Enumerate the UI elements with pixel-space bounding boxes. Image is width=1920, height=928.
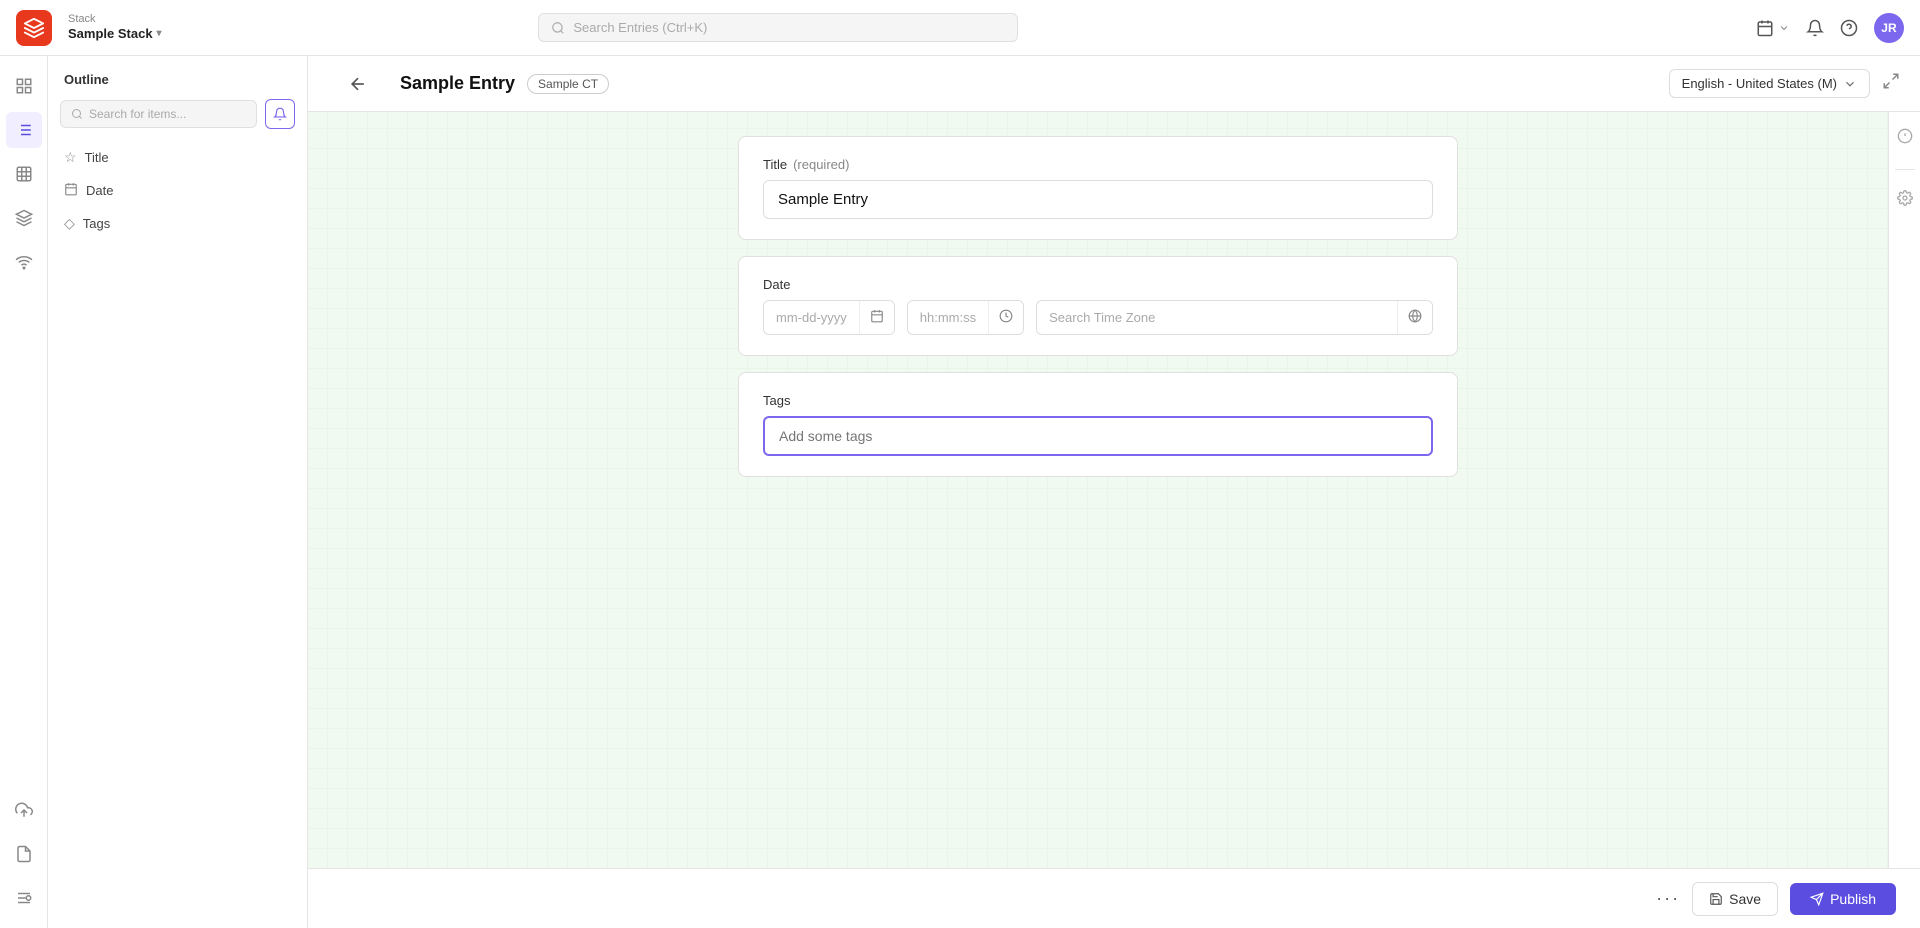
search-placeholder: Search Entries (Ctrl+K) <box>573 20 707 35</box>
nav-layers-icon[interactable] <box>6 200 42 236</box>
outline-item-date[interactable]: Date <box>48 174 307 207</box>
global-search[interactable]: Search Entries (Ctrl+K) <box>538 13 1018 42</box>
time-picker-wrapper: hh:mm:ss <box>907 300 1024 335</box>
date-icon <box>64 182 78 199</box>
nav-settings-icon[interactable] <box>6 880 42 916</box>
calendar-picker-icon[interactable] <box>859 301 894 334</box>
entry-title: Sample Entry <box>400 73 515 94</box>
publish-label: Publish <box>1830 891 1876 907</box>
title-section: Title (required) <box>738 136 1458 240</box>
tags-field-label: Tags <box>763 393 1433 408</box>
calendar-button[interactable] <box>1756 19 1790 37</box>
outline-item-tags[interactable]: ◇ Tags <box>48 207 307 240</box>
form-inner: Title (required) Date <box>738 136 1458 844</box>
entry-header: Sample Entry Sample CT English - United … <box>308 56 1920 112</box>
bell-icon <box>273 107 287 121</box>
title-required: (required) <box>793 157 849 172</box>
nav-list-icon[interactable] <box>6 112 42 148</box>
help-button[interactable] <box>1840 19 1858 37</box>
date-picker-wrapper: mm-dd-yyyy <box>763 300 895 335</box>
app-logo[interactable] <box>16 10 52 46</box>
outline-tags-label: Tags <box>83 216 110 231</box>
publish-icon <box>1810 892 1824 906</box>
user-avatar[interactable]: JR <box>1874 13 1904 43</box>
save-icon <box>1709 892 1723 906</box>
nav-wifi-icon[interactable] <box>6 244 42 280</box>
bottom-bar: ··· Save Publish <box>308 868 1920 928</box>
locale-value: English - United States (M) <box>1682 76 1837 91</box>
nav-grid-icon[interactable] <box>6 156 42 192</box>
publish-button[interactable]: Publish <box>1790 883 1896 915</box>
timezone-placeholder: Search Time Zone <box>1037 302 1397 333</box>
stack-label: Stack <box>68 13 162 26</box>
form-wrapper: Title (required) Date <box>308 112 1888 868</box>
clock-icon[interactable] <box>988 301 1023 334</box>
outline-search-icon <box>71 108 83 120</box>
outline-panel: Outline Search for items... ☆ Title <box>48 56 308 928</box>
star-icon: ☆ <box>64 149 77 166</box>
brand-area: Stack Sample Stack ▾ <box>68 13 162 42</box>
form-content: Title (required) Date <box>308 112 1888 868</box>
outline-bell-button[interactable] <box>265 99 295 129</box>
title-field-label: Title (required) <box>763 157 1433 172</box>
icon-sidebar <box>0 56 48 928</box>
outline-title: Outline <box>48 68 307 99</box>
nav-upload-icon[interactable] <box>6 792 42 828</box>
calendar-icon <box>1756 19 1774 37</box>
tag-icon: ◇ <box>64 215 75 232</box>
right-panel <box>1888 112 1920 868</box>
tags-section: Tags <box>738 372 1458 477</box>
date-placeholder: mm-dd-yyyy <box>764 302 859 333</box>
outline-search-input[interactable]: Search for items... <box>60 100 257 128</box>
calendar-chevron-icon <box>1778 22 1790 34</box>
topbar-actions: JR <box>1756 13 1904 43</box>
topbar: Stack Sample Stack ▾ Search Entries (Ctr… <box>0 0 1920 56</box>
outline-search-area: Search for items... <box>60 99 295 129</box>
main-layout: Outline Search for items... ☆ Title <box>0 56 1920 928</box>
locale-chevron-icon <box>1843 77 1857 91</box>
save-label: Save <box>1729 891 1761 907</box>
outline-item-title[interactable]: ☆ Title <box>48 141 307 174</box>
date-section: Date mm-dd-yyyy <box>738 256 1458 356</box>
tags-input[interactable] <box>763 416 1433 456</box>
nav-document-icon[interactable] <box>6 836 42 872</box>
date-row: mm-dd-yyyy hh:mm:ss <box>763 300 1433 335</box>
nav-dashboard-icon[interactable] <box>6 68 42 104</box>
search-icon <box>551 21 565 35</box>
notifications-button[interactable] <box>1806 19 1824 37</box>
stack-name[interactable]: Sample Stack ▾ <box>68 26 162 42</box>
stack-chevron-icon: ▾ <box>157 28 162 40</box>
save-button[interactable]: Save <box>1692 882 1778 916</box>
title-input[interactable] <box>763 180 1433 219</box>
content-area: Sample Entry Sample CT English - United … <box>308 56 1920 928</box>
outline-search-placeholder: Search for items... <box>89 107 186 121</box>
time-placeholder: hh:mm:ss <box>908 302 988 333</box>
outline-title-label: Title <box>85 150 109 165</box>
right-panel-divider <box>1895 169 1915 170</box>
entry-header-right: English - United States (M) <box>1669 69 1900 98</box>
entry-ct-badge: Sample CT <box>527 74 609 94</box>
locale-selector[interactable]: English - United States (M) <box>1669 69 1870 98</box>
back-button[interactable] <box>328 56 388 112</box>
outline-date-label: Date <box>86 183 113 198</box>
globe-icon[interactable] <box>1397 301 1432 334</box>
gear-icon[interactable] <box>1897 190 1913 211</box>
timezone-wrapper: Search Time Zone <box>1036 300 1433 335</box>
more-options-button[interactable]: ··· <box>1656 888 1680 909</box>
date-field-label: Date <box>763 277 1433 292</box>
fullscreen-button[interactable] <box>1882 72 1900 95</box>
info-icon[interactable] <box>1897 128 1913 149</box>
